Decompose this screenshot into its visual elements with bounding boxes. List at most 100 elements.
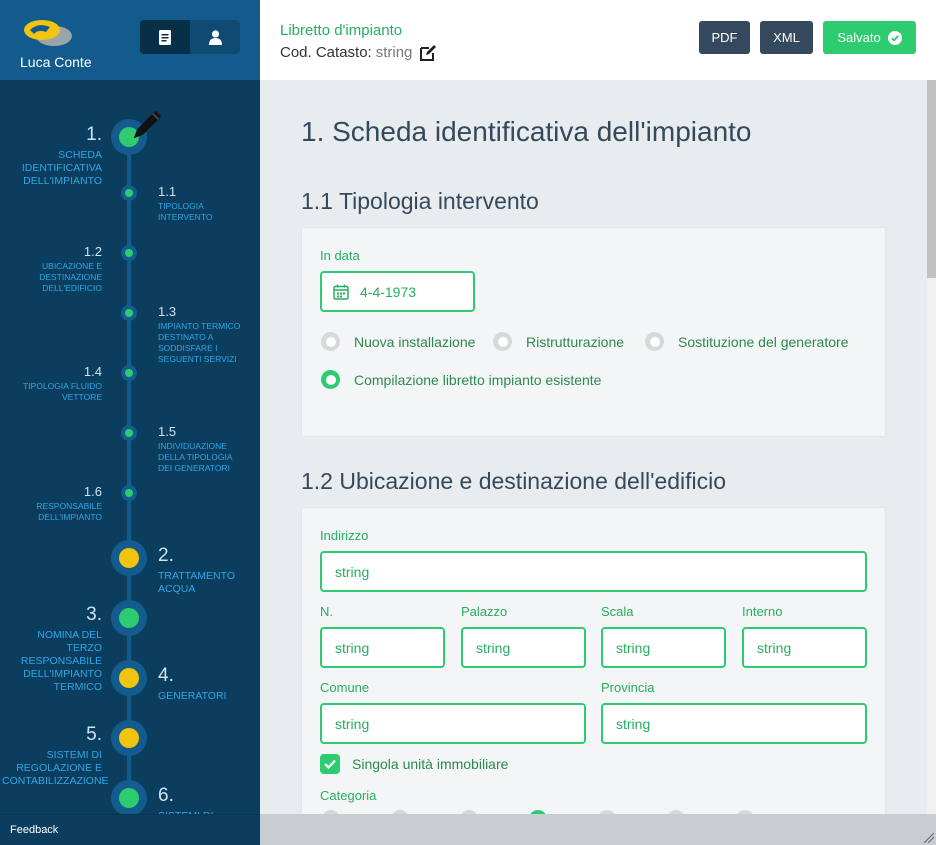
step-5[interactable]: 5. Sistemi di regolazione e contabilizza…	[2, 724, 109, 788]
user-view-button[interactable]	[190, 20, 240, 54]
step-5-node[interactable]	[111, 720, 147, 756]
step-label: Responsabile dell'impianto	[36, 501, 102, 522]
step-2-node[interactable]	[111, 540, 147, 576]
check-circle-icon	[887, 30, 902, 45]
step-1-1[interactable]: 1.1 Tipologia intervento	[158, 184, 248, 223]
step-number: 1.6	[83, 484, 102, 499]
step-4[interactable]: 4. Generatori	[158, 665, 253, 703]
status-dot	[119, 788, 139, 808]
document-icon	[159, 29, 171, 45]
date-input[interactable]: 4-4-1973	[320, 271, 475, 312]
step-1-1-node[interactable]	[121, 185, 137, 201]
radio-circle	[493, 332, 512, 351]
step-3-node[interactable]	[111, 600, 147, 636]
step-label: Individuazione della tipologia dei gener…	[158, 441, 233, 473]
scrollbar-thumb[interactable]	[927, 80, 936, 278]
n-label: N.	[320, 604, 333, 619]
step-number: 4.	[158, 665, 174, 686]
step-1-2-node[interactable]	[121, 245, 137, 261]
feedback-link[interactable]: Feedback	[10, 824, 58, 836]
n-input[interactable]: string	[320, 627, 445, 668]
radio-ristrutturazione[interactable]: Ristrutturazione	[493, 332, 624, 351]
step-number: 1.1	[158, 184, 177, 199]
step-1[interactable]: 1. Scheda identificativa dell'impianto	[2, 124, 102, 188]
radio-label: Nuova installazione	[354, 333, 476, 350]
status-dot	[119, 668, 139, 688]
step-label: Nomina del terzo responsabile dell'impia…	[20, 629, 102, 693]
pencil-icon	[133, 111, 161, 139]
sidebar: Luca Conte 1. Scheda identificativa de	[0, 0, 260, 845]
xml-button[interactable]: XML	[760, 21, 813, 54]
categoria-label: Categoria	[320, 788, 377, 803]
step-label: Ubicazione e destinazione dell'edificio	[39, 261, 102, 293]
bottom-strip	[260, 814, 936, 845]
step-label: Sistemi di regolazione e contabilizzazio…	[2, 749, 109, 787]
radio-label: Sostituzione del generatore	[678, 333, 849, 350]
catasto-code-value: string	[375, 44, 413, 61]
step-number: 6.	[158, 785, 174, 806]
tipologia-title: 1.1 Tipologia intervento	[301, 188, 539, 214]
singola-unita-checkbox[interactable]: Singola unità immobiliare	[320, 754, 508, 774]
step-number: 1.2	[83, 244, 102, 259]
step-label: Scheda identificativa dell'impianto	[21, 149, 102, 187]
status-dot	[125, 249, 133, 257]
date-label: In data	[320, 248, 360, 263]
main-content: 1. Scheda identificativa dell'impianto 1…	[260, 80, 927, 814]
user-icon	[208, 29, 222, 45]
step-1-2[interactable]: 1.2 Ubicazione e destinazione dell'edifi…	[12, 244, 102, 294]
provincia-label: Provincia	[601, 680, 655, 695]
comune-input[interactable]: string	[320, 703, 586, 744]
status-dot	[125, 429, 133, 437]
step-4-node[interactable]	[111, 660, 147, 696]
ubicazione-title: 1.2 Ubicazione e destinazione dell'edifi…	[301, 468, 727, 494]
user-name: Luca Conte	[20, 54, 92, 70]
document-title[interactable]: Libretto d'impianto	[280, 22, 402, 39]
step-1-3-node[interactable]	[121, 305, 137, 321]
ubicazione-card: Indirizzo string N. string Palazzo strin…	[301, 507, 886, 814]
pdf-button[interactable]: PDF	[699, 21, 750, 54]
step-label: Tipologia fluido vettore	[23, 381, 102, 402]
step-label: Tipologia intervento	[158, 201, 213, 222]
resize-handle-icon[interactable]	[924, 833, 934, 843]
step-1-6[interactable]: 1.6 Responsabile dell'impianto	[12, 484, 102, 523]
status-dot	[125, 309, 133, 317]
scrollbar[interactable]	[927, 80, 936, 814]
radio-nuova-installazione[interactable]: Nuova installazione	[321, 332, 475, 351]
radio-label: Ristrutturazione	[526, 333, 625, 350]
saved-label: Salvato	[837, 30, 881, 45]
palazzo-input[interactable]: string	[461, 627, 586, 668]
step-1-5-node[interactable]	[121, 425, 137, 441]
checkbox-box	[320, 754, 340, 774]
radio-circle	[321, 332, 340, 351]
catasto-code: Cod. Catasto: string	[280, 44, 437, 61]
step-number: 2.	[158, 545, 174, 566]
logo-icon	[24, 20, 72, 46]
step-1-4[interactable]: 1.4 Tipologia fluido vettore	[2, 364, 102, 403]
radio-compilazione-libretto[interactable]: Compilazione libretto impianto esistente	[321, 370, 601, 389]
step-1-4-node[interactable]	[121, 365, 137, 381]
palazzo-label: Palazzo	[461, 604, 508, 619]
document-view-button[interactable]	[140, 20, 190, 54]
status-dot	[125, 489, 133, 497]
provincia-input[interactable]: string	[601, 703, 867, 744]
scala-input[interactable]: string	[601, 627, 726, 668]
step-2[interactable]: 2. Trattamento acqua	[158, 545, 253, 596]
step-1-6-node[interactable]	[121, 485, 137, 501]
saved-button[interactable]: Salvato	[823, 21, 916, 54]
step-number: 5.	[86, 724, 102, 745]
interno-input[interactable]: string	[742, 627, 867, 668]
step-number: 1.4	[83, 364, 102, 379]
radio-sostituzione-generatore[interactable]: Sostituzione del generatore	[645, 332, 848, 351]
edit-icon[interactable]	[420, 44, 437, 61]
indirizzo-input[interactable]: string	[320, 551, 867, 592]
step-6-node[interactable]	[111, 780, 147, 816]
status-dot	[125, 189, 133, 197]
calendar-icon	[333, 284, 349, 300]
scala-label: Scala	[601, 604, 634, 619]
step-1-5[interactable]: 1.5 Individuazione della tipologia dei g…	[158, 424, 248, 474]
step-3[interactable]: 3. Nomina del terzo responsabile dell'im…	[2, 604, 102, 694]
status-dot	[119, 728, 139, 748]
step-number: 1.3	[158, 304, 177, 319]
indirizzo-label: Indirizzo	[320, 528, 369, 543]
step-1-3[interactable]: 1.3 Impianto termico destinato a soddisf…	[158, 304, 250, 365]
